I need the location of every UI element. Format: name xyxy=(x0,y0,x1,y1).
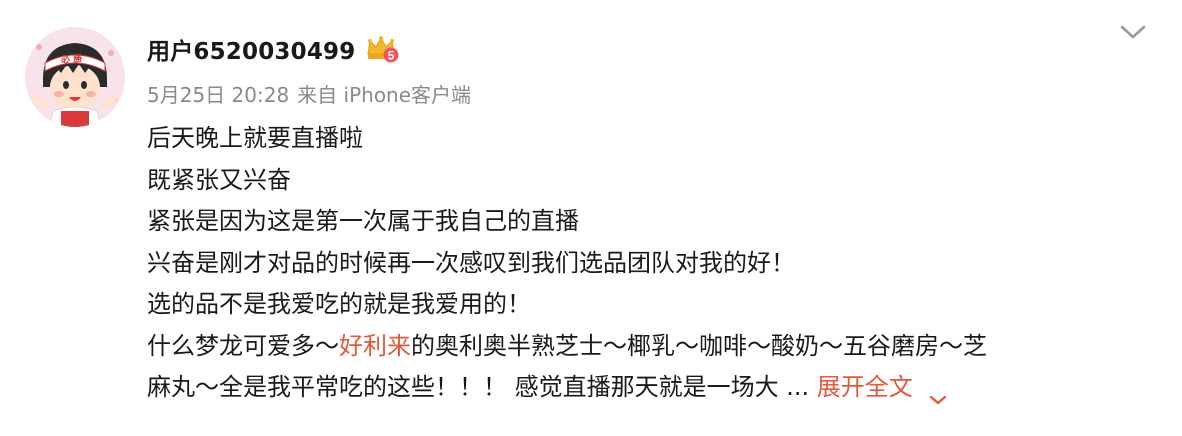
content-line-6-after: 的奥利奥半熟芝士～椰乳～咖啡～酸奶～五谷磨房～芝 xyxy=(411,331,987,360)
content-line-6-before: 什么梦龙可爱多～ xyxy=(147,331,339,360)
content-line-6: 什么梦龙可爱多～好利来的奥利奥半熟芝士～椰乳～咖啡～酸奶～五谷磨房～芝 xyxy=(147,326,1157,368)
content-line-3: 紧张是因为这是第一次属于我自己的直播 xyxy=(147,207,579,235)
chevron-down-icon xyxy=(927,380,949,404)
content-line-2: 既紧张又兴奋 xyxy=(147,165,291,194)
weibo-post: 必 勝 用户6520030499 5 5月25日 20:28 来自 iPhone… xyxy=(0,0,1182,436)
expand-label: 展开全文 xyxy=(816,373,913,401)
username-row: 用户6520030499 5 xyxy=(147,33,399,65)
content-line-4: 兴奋是刚才对品的时候再一次感叹到我们选品团队对我的好！ xyxy=(147,248,795,277)
content-line-1: 后天晚上就要直播啦 xyxy=(147,124,363,152)
brand-link[interactable]: 好利来 xyxy=(339,332,411,360)
vip-level: 5 xyxy=(388,49,395,63)
content-line-5: 选的品不是我爱吃的就是我爱用的！ xyxy=(147,290,531,318)
expand-full-text-link[interactable]: 展开全文 xyxy=(817,367,949,409)
user-avatar[interactable]: 必 勝 xyxy=(25,27,125,127)
content-line-7: 麻丸～全是我平常吃的这些！！！ 感觉直播那天就是一场大 ... 展开全文 xyxy=(147,367,1157,409)
content-line-7-text: 麻丸～全是我平常吃的这些！！！ 感觉直播那天就是一场大 xyxy=(147,373,779,401)
crown-vip-icon[interactable]: 5 xyxy=(365,34,399,64)
avatar-illustration xyxy=(25,27,125,127)
avatar-headband-text: 必 勝 xyxy=(60,54,83,66)
post-meta: 5月25日 20:28 来自 iPhone客户端 xyxy=(147,79,471,108)
username[interactable]: 用户6520030499 xyxy=(147,32,355,66)
chevron-down-icon[interactable] xyxy=(1116,18,1150,46)
post-content: 后天晚上就要直播啦 既紧张又兴奋 紧张是因为这是第一次属于我自己的直播 兴奋是刚… xyxy=(147,118,1157,409)
post-time[interactable]: 5月25日 20:28 xyxy=(147,79,289,108)
post-source: 来自 iPhone客户端 xyxy=(297,83,472,107)
ellipsis: ... xyxy=(778,373,817,401)
